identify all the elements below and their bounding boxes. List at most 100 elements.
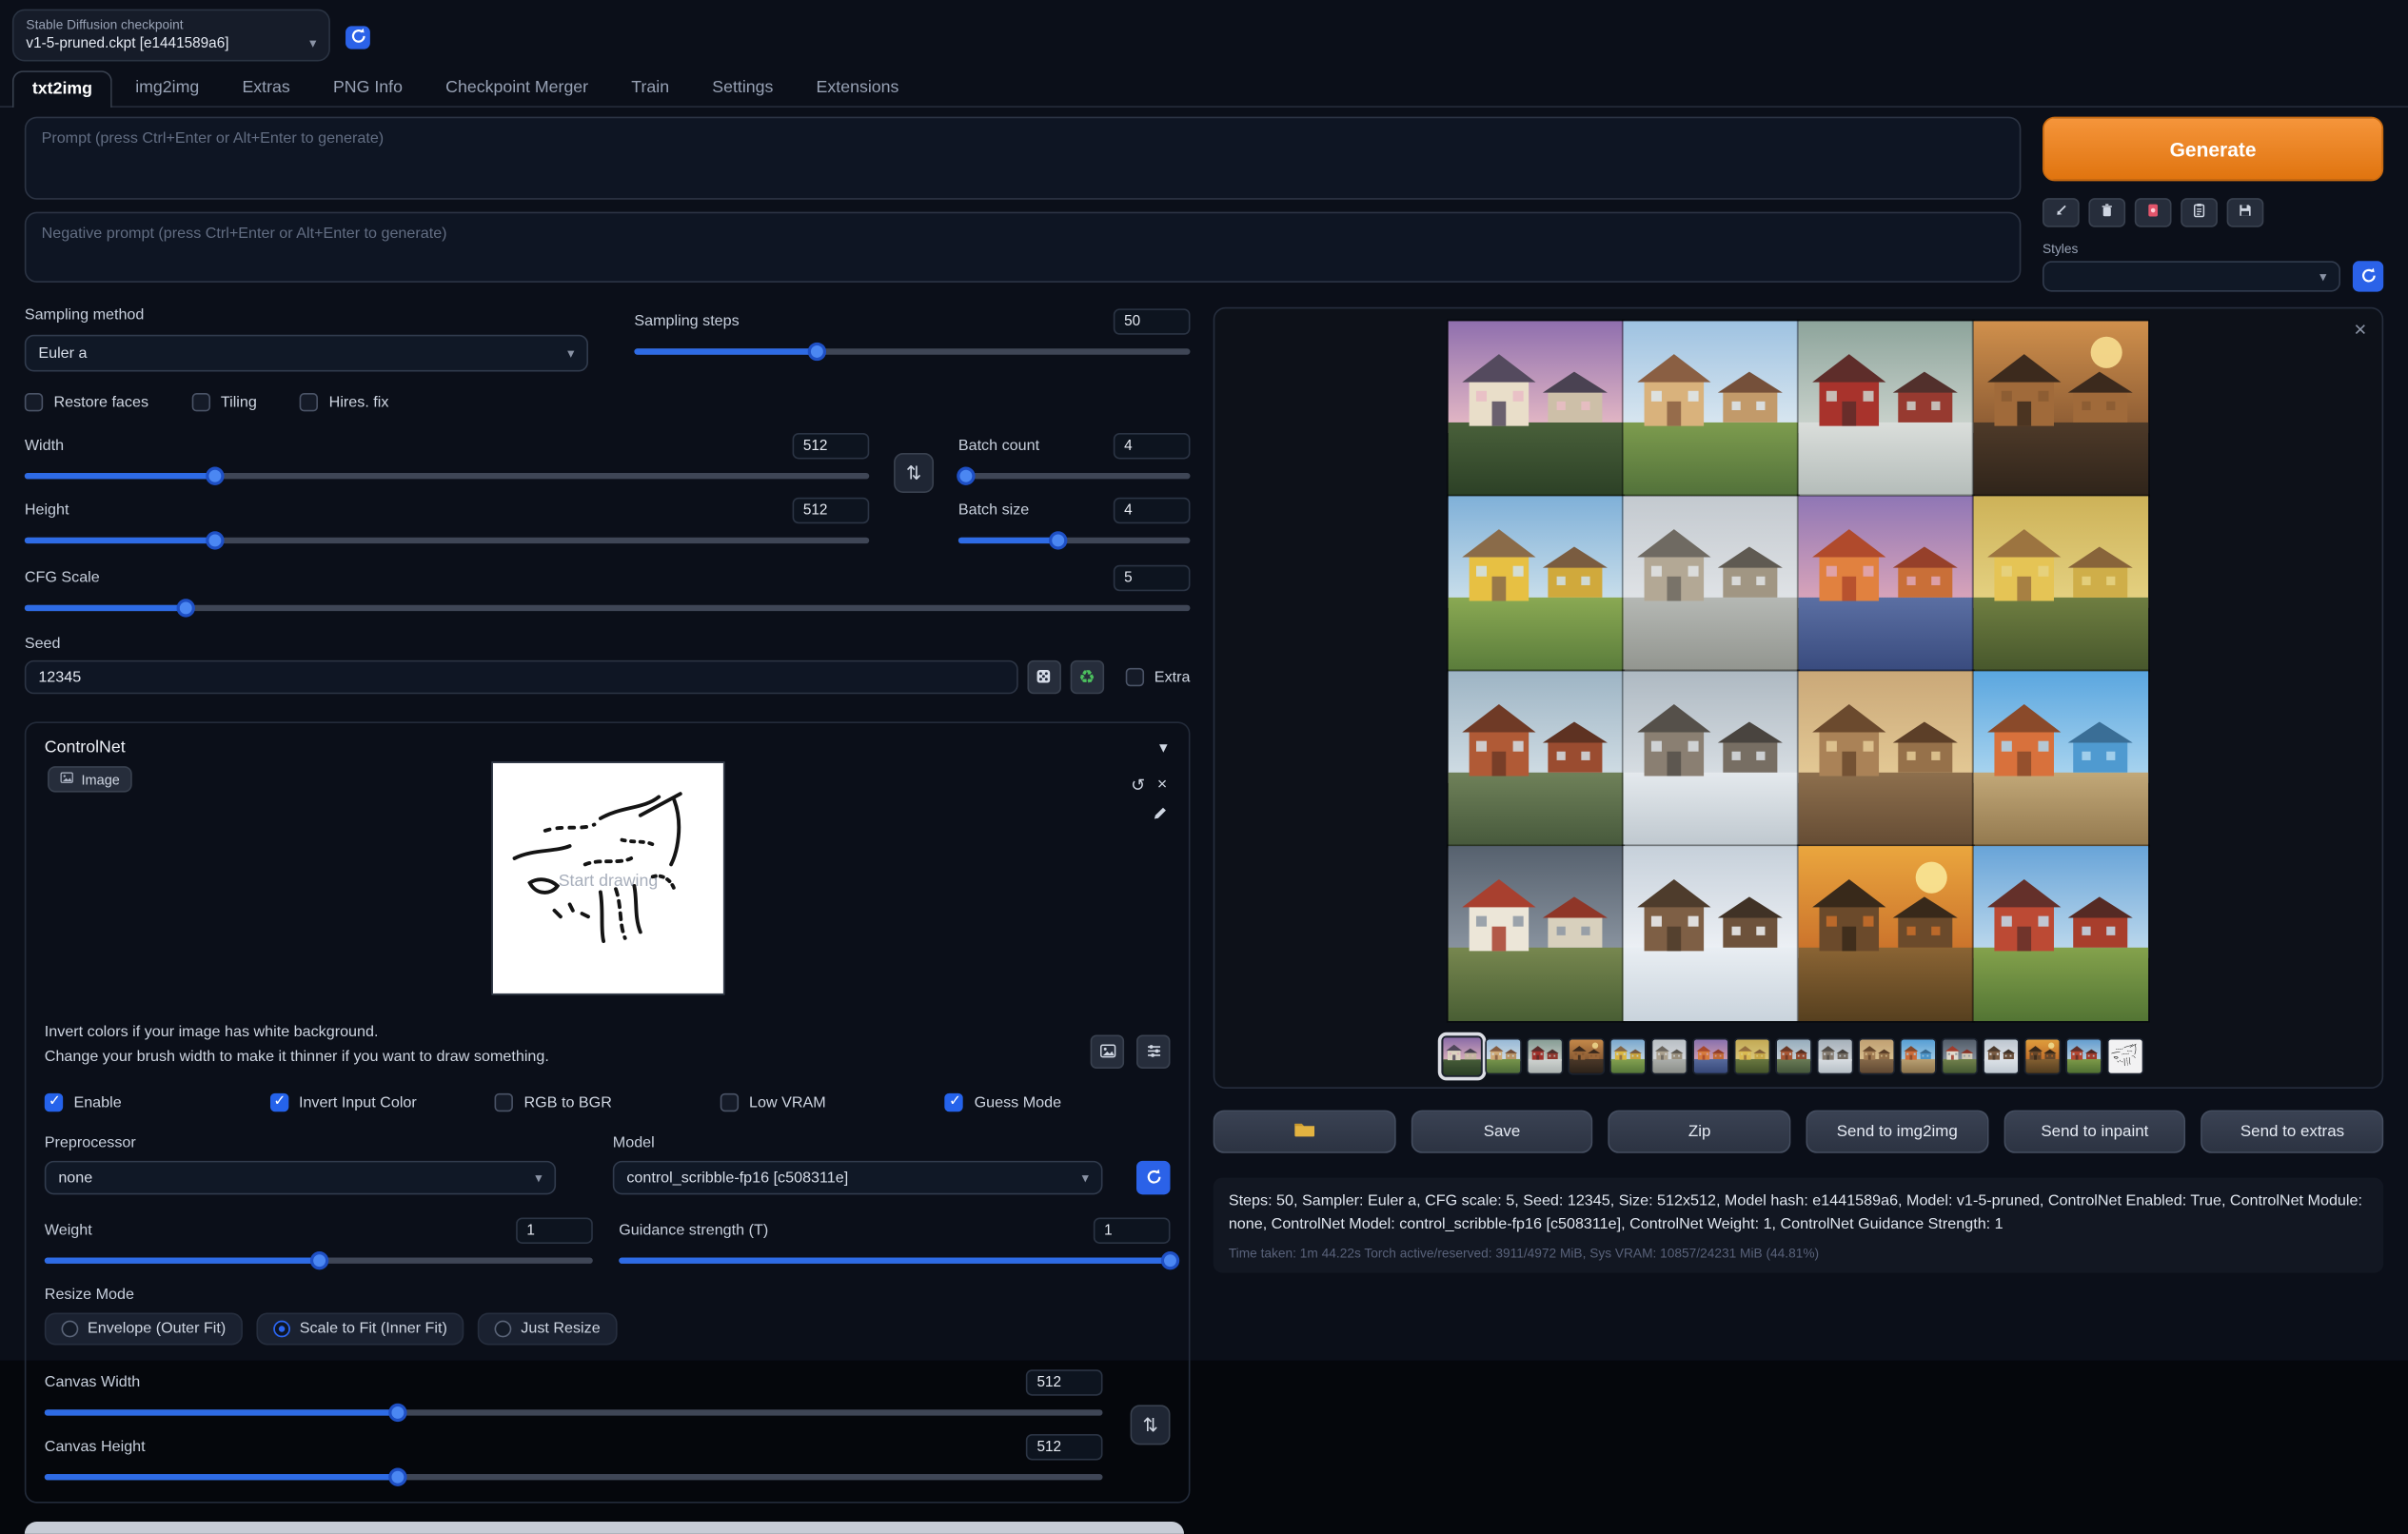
gallery-thumbnail-10[interactable] — [1817, 1038, 1854, 1075]
width-input[interactable] — [793, 432, 870, 458]
pencil-icon[interactable] — [1152, 806, 1167, 826]
gallery-image-12[interactable] — [1973, 671, 2148, 846]
checkbox-rgb-to-bgr[interactable]: RGB to BGR — [495, 1093, 720, 1111]
clear-prompt-button[interactable] — [2088, 198, 2125, 227]
clear-canvas-icon[interactable]: × — [1157, 776, 1167, 796]
gallery-image-11[interactable] — [1798, 671, 1973, 846]
extra-networks-button[interactable] — [2135, 198, 2172, 227]
canvas-height-slider[interactable] — [45, 1474, 1103, 1480]
controlnet-model-dropdown[interactable]: control_scribble-fp16 [c508311e] ▾ — [613, 1161, 1103, 1194]
gallery-image-10[interactable] — [1623, 671, 1798, 846]
weight-input[interactable] — [516, 1217, 593, 1243]
controlnet-canvas[interactable]: Start drawing — [492, 763, 722, 993]
gallery-thumbnail-6[interactable] — [1651, 1038, 1688, 1075]
send-to-extras-button[interactable]: Send to extras — [2201, 1111, 2383, 1153]
open-folder-button[interactable] — [1214, 1111, 1395, 1153]
gallery-thumbnail-8[interactable] — [1734, 1038, 1771, 1075]
radio-scale-to-fit-inner-fit[interactable]: Scale to Fit (Inner Fit) — [257, 1313, 464, 1346]
send-to-img2img-button[interactable]: Send to img2img — [1806, 1111, 1988, 1153]
tab-settings[interactable]: Settings — [692, 69, 793, 107]
styles-dropdown[interactable]: ▾ — [2043, 261, 2340, 291]
tab-png-info[interactable]: PNG Info — [313, 69, 423, 107]
gallery-thumbnail-1[interactable] — [1441, 1035, 1482, 1076]
checkpoint-selector[interactable]: Stable Diffusion checkpoint v1-5-pruned.… — [12, 10, 330, 62]
paste-params-button[interactable] — [2043, 198, 2080, 227]
random-seed-button[interactable] — [1027, 660, 1060, 694]
refresh-checkpoint-button[interactable] — [345, 26, 370, 49]
batch-size-input[interactable] — [1114, 497, 1191, 522]
batch-count-slider[interactable] — [958, 473, 1191, 479]
controlnet-header[interactable]: ControlNet ▼ — [45, 738, 1171, 757]
gallery-image-14[interactable] — [1623, 846, 1798, 1021]
radio-just-resize[interactable]: Just Resize — [478, 1313, 617, 1346]
gallery-image-3[interactable] — [1798, 321, 1973, 496]
refresh-styles-button[interactable] — [2353, 261, 2383, 291]
gallery-thumbnail-3[interactable] — [1527, 1038, 1564, 1075]
slider-knob[interactable] — [309, 1251, 327, 1269]
gallery-image-5[interactable] — [1449, 496, 1624, 671]
gallery-image-16[interactable] — [1973, 846, 2148, 1021]
tab-extensions[interactable]: Extensions — [797, 69, 919, 107]
slider-knob[interactable] — [1049, 531, 1067, 549]
apply-style-button[interactable] — [2181, 198, 2218, 227]
slider-knob[interactable] — [207, 467, 225, 485]
batch-size-slider[interactable] — [958, 538, 1191, 543]
gallery-image-7[interactable] — [1798, 496, 1973, 671]
undo-icon[interactable]: ↺ — [1131, 776, 1145, 796]
gallery-thumbnail-4[interactable] — [1568, 1038, 1605, 1075]
guidance-strength-slider[interactable] — [619, 1257, 1170, 1263]
checkbox-guess-mode[interactable]: Guess Mode — [945, 1093, 1171, 1111]
sampling-steps-input[interactable] — [1114, 308, 1191, 334]
gallery-thumbnail-5[interactable] — [1609, 1038, 1647, 1075]
slider-knob[interactable] — [388, 1468, 406, 1486]
gallery-thumbnail-11[interactable] — [1858, 1038, 1895, 1075]
checkbox-extra[interactable]: Extra — [1125, 668, 1190, 686]
width-slider[interactable] — [25, 473, 869, 479]
switch-width-height-button[interactable]: ⇅ — [894, 453, 934, 493]
send-to-inpaint-button[interactable]: Send to inpaint — [2003, 1111, 2185, 1153]
slider-knob[interactable] — [808, 343, 826, 361]
checkbox-tiling[interactable]: Tiling — [191, 393, 257, 411]
gallery-thumbnail-17[interactable] — [2107, 1038, 2144, 1075]
prompt-input[interactable] — [25, 117, 2022, 200]
slider-knob[interactable] — [957, 467, 975, 485]
gallery-image-6[interactable] — [1623, 496, 1798, 671]
gallery-thumbnail-14[interactable] — [1983, 1038, 2020, 1075]
height-input[interactable] — [793, 497, 870, 522]
gallery-thumbnail-15[interactable] — [2024, 1038, 2062, 1075]
canvas-height-input[interactable] — [1026, 1433, 1103, 1459]
checkbox-enable[interactable]: Enable — [45, 1093, 270, 1111]
checkpoint-dropdown[interactable]: v1-5-pruned.ckpt [e1441589a6] ▾ — [26, 35, 316, 52]
gallery-image-4[interactable] — [1973, 321, 2148, 496]
image-tab-chip[interactable]: Image — [48, 766, 132, 792]
gallery-thumbnail-2[interactable] — [1485, 1038, 1522, 1075]
slider-knob[interactable] — [176, 599, 194, 617]
seed-input[interactable] — [25, 660, 1018, 694]
weight-slider[interactable] — [45, 1257, 593, 1263]
canvas-width-input[interactable] — [1026, 1368, 1103, 1394]
generate-button[interactable]: Generate — [2043, 117, 2383, 182]
gallery-thumbnail-16[interactable] — [2065, 1038, 2102, 1075]
zip-button[interactable]: Zip — [1609, 1111, 1790, 1153]
collapsed-panel[interactable] — [25, 1522, 1184, 1534]
sampling-method-dropdown[interactable]: Euler a ▾ — [25, 335, 588, 372]
slider-knob[interactable] — [1161, 1251, 1179, 1269]
checkbox-restore-faces[interactable]: Restore faces — [25, 393, 148, 411]
switch-canvas-size-button[interactable]: ⇅ — [1131, 1405, 1171, 1445]
gallery-thumbnail-13[interactable] — [1941, 1038, 1978, 1075]
negative-prompt-input[interactable] — [25, 212, 2022, 283]
canvas-width-slider[interactable] — [45, 1409, 1103, 1415]
checkbox-invert-input-color[interactable]: Invert Input Color — [269, 1093, 495, 1111]
gallery-image-15[interactable] — [1798, 846, 1973, 1021]
checkbox-low-vram[interactable]: Low VRAM — [720, 1093, 945, 1111]
close-gallery-button[interactable]: × — [2351, 315, 2370, 343]
gallery-thumbnail-12[interactable] — [1900, 1038, 1937, 1075]
gallery-thumbnail-9[interactable] — [1775, 1038, 1812, 1075]
radio-envelope-outer-fit[interactable]: Envelope (Outer Fit) — [45, 1313, 243, 1346]
batch-count-input[interactable] — [1114, 432, 1191, 458]
save-style-button[interactable] — [2227, 198, 2264, 227]
gallery-image-13[interactable] — [1449, 846, 1624, 1021]
gallery-image-9[interactable] — [1449, 671, 1624, 846]
sampling-steps-slider[interactable] — [634, 348, 1190, 354]
gallery-image-2[interactable] — [1623, 321, 1798, 496]
